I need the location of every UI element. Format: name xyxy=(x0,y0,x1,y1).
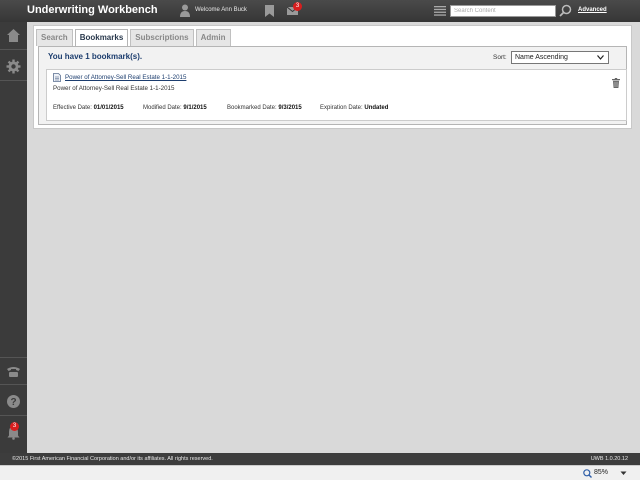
sort-label: Sort: xyxy=(493,54,507,61)
browser-status-bar: 85% xyxy=(0,465,640,480)
sidebar-item-notifications[interactable]: 3 xyxy=(0,419,27,447)
chevron-down-icon xyxy=(597,55,604,60)
bookmark-title-link[interactable]: Power of Attorney-Sell Real Estate 1-1-2… xyxy=(65,74,186,81)
sort-select-value: Name Ascending xyxy=(515,54,568,61)
bookmarks-header: You have 1 bookmark(s). Sort: Name Ascen… xyxy=(39,47,626,68)
modified-date-value: 9/1/2015 xyxy=(183,105,207,111)
bookmarks-panel: You have 1 bookmark(s). Sort: Name Ascen… xyxy=(38,46,627,125)
effective-date: Effective Date: 01/01/2015 xyxy=(53,105,124,111)
zoom-level[interactable]: 85% xyxy=(594,469,608,476)
sidebar-item-home[interactable] xyxy=(0,22,27,50)
welcome-text: Welcome Ann Buck xyxy=(195,7,247,13)
bookmark-count-text: You have 1 bookmark(s). xyxy=(48,52,143,61)
expiration-date: Expiration Date: Undated xyxy=(320,105,388,111)
version-text: UWB 1.0.20.12 xyxy=(590,456,628,462)
tab-bookmarks[interactable]: Bookmarks xyxy=(74,29,129,47)
help-icon: ? xyxy=(7,395,20,408)
bookmark-description: Power of Attorney-Sell Real Estate 1-1-2… xyxy=(53,85,175,92)
effective-date-label: Effective Date: xyxy=(53,105,92,111)
expiration-date-label: Expiration Date: xyxy=(320,105,363,111)
bookmark-item: Power of Attorney-Sell Real Estate 1-1-2… xyxy=(46,69,627,121)
notification-badge: 3 xyxy=(10,422,19,431)
chevron-down-icon[interactable] xyxy=(620,471,627,476)
user-icon xyxy=(180,4,190,17)
footer: ©2015 First American Financial Corporati… xyxy=(0,453,640,465)
sidebar-item-help[interactable]: ? xyxy=(0,388,27,416)
search-icon[interactable] xyxy=(559,4,572,17)
bookmark-icon[interactable] xyxy=(265,5,274,17)
list-menu-icon[interactable] xyxy=(434,6,446,16)
tab-admin[interactable]: Admin xyxy=(195,29,231,46)
trash-icon[interactable] xyxy=(612,78,620,88)
effective-date-value: 01/01/2015 xyxy=(93,105,124,111)
tab-search[interactable]: Search xyxy=(36,29,73,46)
bookmarked-date-label: Bookmarked Date: xyxy=(227,105,277,111)
bookmarked-date-value: 9/3/2015 xyxy=(278,105,302,111)
document-icon xyxy=(53,73,61,82)
expiration-date-value: Undated xyxy=(364,105,389,111)
advanced-search-link[interactable]: Advanced xyxy=(578,7,607,13)
tab-subscriptions[interactable]: Subscriptions xyxy=(130,29,194,46)
modified-date: Modified Date: 9/1/2015 xyxy=(143,105,207,111)
sidebar-item-contact[interactable] xyxy=(0,357,27,385)
main-panel: Search Bookmarks Subscriptions Admin You… xyxy=(33,25,632,129)
svg-text:?: ? xyxy=(10,397,16,408)
copyright-text: ©2015 First American Financial Corporati… xyxy=(12,456,213,462)
top-bar: Underwriting Workbench Welcome Ann Buck … xyxy=(0,0,640,22)
bookmarked-date: Bookmarked Date: 9/3/2015 xyxy=(227,105,302,111)
left-sidebar: ? 3 xyxy=(0,22,27,453)
home-icon xyxy=(7,29,20,42)
tab-bar: Search Bookmarks Subscriptions Admin xyxy=(36,29,233,47)
mail-count-badge: 3 xyxy=(293,2,302,11)
sidebar-item-settings[interactable] xyxy=(0,53,27,81)
sort-select[interactable]: Name Ascending xyxy=(511,51,609,64)
modified-date-label: Modified Date: xyxy=(143,105,182,111)
app-title: Underwriting Workbench xyxy=(27,4,158,16)
zoom-icon xyxy=(583,469,592,478)
search-content-input[interactable] xyxy=(450,5,556,17)
phone-icon xyxy=(7,367,20,377)
gear-icon xyxy=(6,59,21,74)
